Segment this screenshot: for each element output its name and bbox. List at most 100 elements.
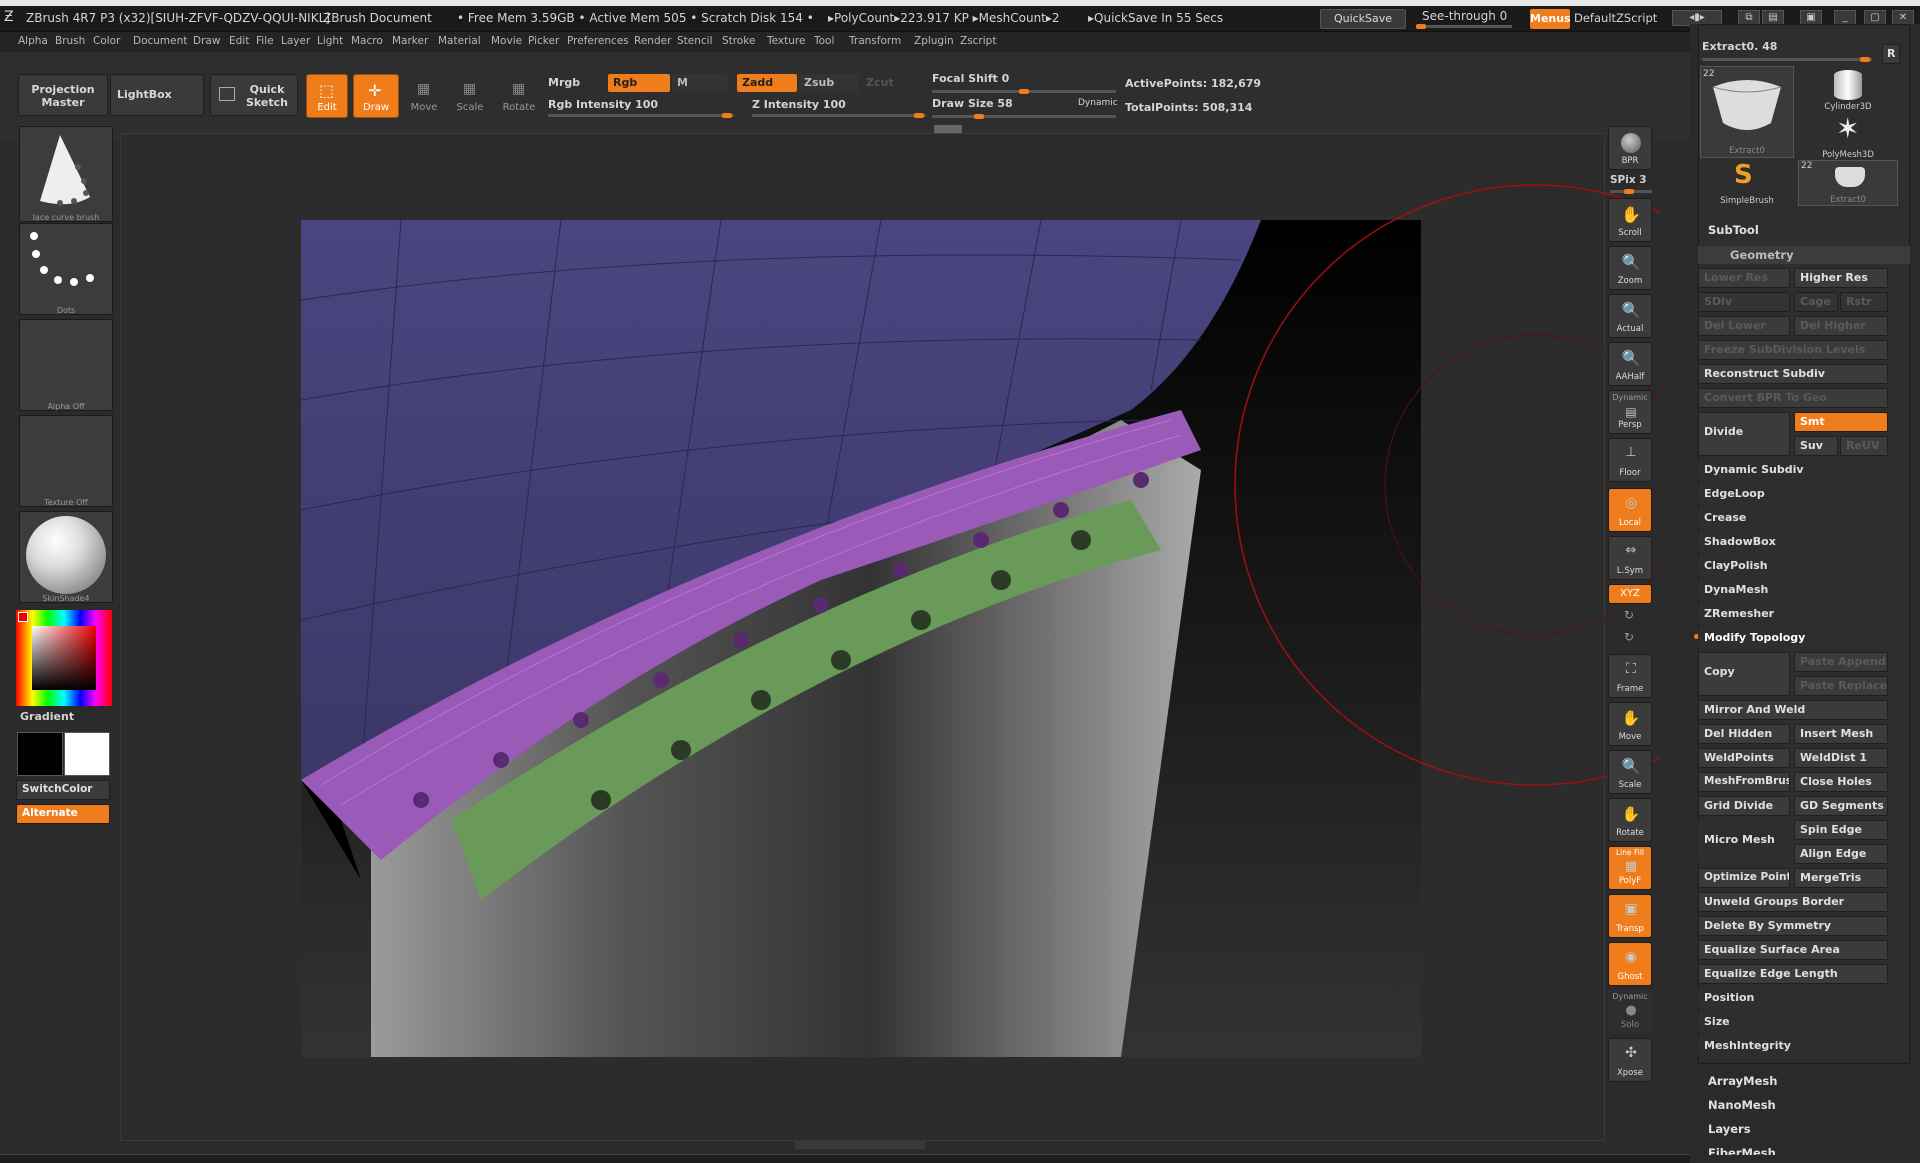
zcut-button[interactable]: Zcut [866, 76, 894, 89]
rotate-button[interactable]: ✋ Rotate [1608, 798, 1652, 842]
close-holes-button[interactable]: Close Holes [1794, 772, 1888, 792]
optimize-points-button[interactable]: Optimize Points [1698, 868, 1790, 888]
menu-layer[interactable]: Layer [281, 35, 310, 47]
r-button[interactable]: R [1882, 44, 1900, 64]
focal-shift-label[interactable]: Focal Shift 0 [932, 72, 1009, 85]
dynamic-subdiv-section[interactable]: Dynamic Subdiv [1698, 460, 1888, 480]
reuv-button[interactable]: ReUV [1840, 436, 1888, 456]
del-hidden-button[interactable]: Del Hidden [1698, 724, 1790, 744]
menu-stroke[interactable]: Stroke [722, 35, 755, 47]
size-handle[interactable] [934, 125, 962, 133]
freeze-subdiv-button[interactable]: Freeze SubDivision Levels [1698, 340, 1888, 360]
paste-replace-button[interactable]: Paste Replace [1794, 676, 1888, 696]
mrgb-button[interactable]: Mrgb [548, 76, 580, 89]
tool-thumb-polymesh3d[interactable]: ✶ PolyMesh3D [1798, 114, 1898, 161]
floor-button[interactable]: ⊥ Floor [1608, 438, 1652, 482]
welddist-slider[interactable]: WeldDist 1 [1794, 748, 1888, 768]
higher-res-button[interactable]: Higher Res [1794, 268, 1888, 288]
focal-shift-slider[interactable] [932, 89, 1116, 94]
transp-button[interactable]: ▣ Transp [1608, 894, 1652, 938]
move-mode-button[interactable]: ▦ Move [404, 74, 444, 118]
move-button[interactable]: ✋ Move [1608, 702, 1652, 746]
rotate-y-icon[interactable]: ↻ [1624, 608, 1634, 622]
spin-edge-button[interactable]: Spin Edge [1794, 820, 1888, 840]
extract-slider-label[interactable]: Extract0. 48 [1702, 40, 1777, 53]
xpose-button[interactable]: ✣ Xpose [1608, 1038, 1652, 1082]
rotate-z-icon[interactable]: ↻ [1624, 630, 1634, 644]
polyf-button[interactable]: Line Fill ▦ PolyF [1608, 846, 1652, 890]
edgeloop-section[interactable]: EdgeLoop [1698, 484, 1888, 504]
primary-color-swatch[interactable] [17, 732, 63, 776]
smt-toggle[interactable]: Smt [1794, 412, 1888, 432]
zsub-button[interactable]: Zsub [799, 74, 859, 92]
brush-selector[interactable]: lace curve brush [19, 126, 113, 222]
quick-sketch-button[interactable]: Quick Sketch [210, 74, 298, 116]
menu-material[interactable]: Material [438, 35, 481, 47]
rgb-button[interactable]: Rgb [608, 74, 670, 92]
meshfrombrush-button[interactable]: MeshFromBrush [1698, 772, 1790, 792]
unweld-groups-button[interactable]: Unweld Groups Border [1698, 892, 1888, 912]
xyz-button[interactable]: XYZ [1608, 584, 1652, 604]
switchcolor-button[interactable]: SwitchColor [16, 780, 110, 800]
menu-alpha[interactable]: Alpha [18, 35, 48, 47]
zoom-button[interactable]: 🔍 Zoom [1608, 246, 1652, 290]
menu-texture[interactable]: Texture [767, 35, 805, 47]
tool-thumb-cylinder3d[interactable]: Cylinder3D [1798, 66, 1898, 112]
lower-res-button[interactable]: Lower Res [1698, 268, 1790, 288]
crease-section[interactable]: Crease [1698, 508, 1888, 528]
quicksave-button[interactable]: QuickSave [1320, 9, 1406, 29]
menu-color[interactable]: Color [93, 35, 120, 47]
arraymesh-section[interactable]: ArrayMesh [1708, 1074, 1777, 1088]
tool-thumb-extract0[interactable]: 22 Extract0 [1700, 66, 1794, 158]
del-lower-button[interactable]: Del Lower [1698, 316, 1790, 336]
z-intensity-label[interactable]: Z Intensity 100 [752, 98, 846, 111]
edit-mode-button[interactable]: ⬚ Edit [306, 74, 348, 118]
alternate-button[interactable]: Alternate [16, 804, 110, 824]
menu-marker[interactable]: Marker [392, 35, 428, 47]
gradient-toggle[interactable]: Gradient [20, 710, 74, 723]
color-square[interactable] [32, 626, 96, 690]
modify-topology-section[interactable]: Modify Topology [1698, 628, 1888, 648]
rgb-intensity-slider[interactable] [548, 113, 734, 118]
align-edge-button[interactable]: Align Edge [1794, 844, 1888, 864]
frame-button[interactable]: ⛶ Frame [1608, 654, 1652, 698]
menu-brush[interactable]: Brush [55, 35, 85, 47]
menu-preferences[interactable]: Preferences [567, 35, 629, 47]
equalize-surface-button[interactable]: Equalize Surface Area [1698, 940, 1888, 960]
menu-file[interactable]: File [256, 35, 274, 47]
solo-button[interactable]: Dynamic ● Solo [1608, 990, 1652, 1034]
scale-mode-button[interactable]: ▦ Scale [450, 74, 490, 118]
scale-button[interactable]: 🔍 Scale [1608, 750, 1652, 794]
draw-size-label[interactable]: Draw Size 58 [932, 97, 1013, 110]
tool-thumb-simplebrush[interactable]: S SimpleBrush [1700, 160, 1794, 206]
extract-slider[interactable] [1702, 57, 1872, 62]
actual-button[interactable]: 🔍 Actual [1608, 294, 1652, 338]
suv-toggle[interactable]: Suv [1794, 436, 1838, 456]
weldpoints-button[interactable]: WeldPoints [1698, 748, 1790, 768]
tool-thumb-extract0-b[interactable]: 22 Extract0 [1798, 160, 1898, 206]
menu-edit[interactable]: Edit [229, 35, 249, 47]
lightbox-button[interactable]: LightBox [110, 74, 204, 116]
spix-slider[interactable] [1610, 189, 1652, 194]
paste-append-button[interactable]: Paste Append [1794, 652, 1888, 672]
size-section[interactable]: Size [1698, 1012, 1888, 1032]
menu-movie[interactable]: Movie [491, 35, 522, 47]
menu-render[interactable]: Render [634, 35, 671, 47]
texture-selector[interactable]: Texture Off [19, 415, 113, 507]
del-higher-button[interactable]: Del Higher [1794, 316, 1888, 336]
persp-button[interactable]: Dynamic ▤ Persp [1608, 390, 1652, 434]
draw-mode-button[interactable]: ✛ Draw [353, 74, 399, 118]
menu-picker[interactable]: Picker [528, 35, 559, 47]
main-color-swatch[interactable] [18, 612, 28, 622]
divide-button[interactable]: Divide [1698, 412, 1790, 456]
equalize-edge-button[interactable]: Equalize Edge Length [1698, 964, 1888, 984]
menu-transform[interactable]: Transform [849, 35, 901, 47]
z-intensity-slider[interactable] [752, 113, 926, 118]
zremesher-section[interactable]: ZRemesher [1698, 604, 1888, 624]
copy-button[interactable]: Copy [1698, 652, 1790, 696]
color-picker[interactable] [16, 610, 112, 706]
spix-label[interactable]: SPix 3 [1610, 174, 1647, 186]
geometry-header[interactable]: Geometry [1698, 246, 1910, 264]
position-section[interactable]: Position [1698, 988, 1888, 1008]
reconstruct-subdiv-button[interactable]: Reconstruct Subdiv [1698, 364, 1888, 384]
